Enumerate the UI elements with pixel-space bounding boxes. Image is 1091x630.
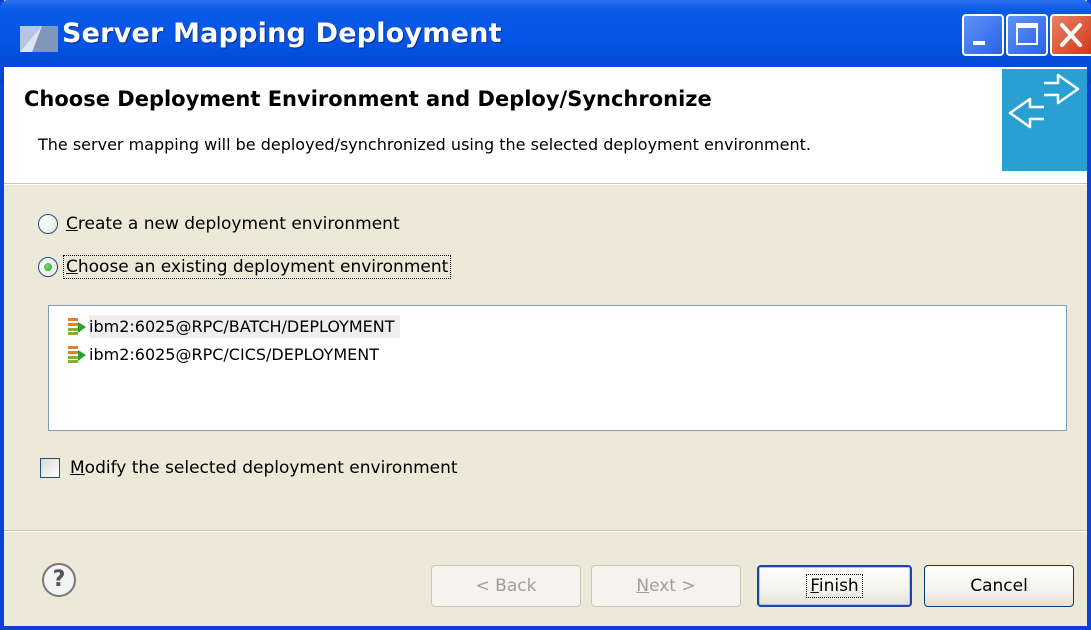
finish-button-label: Finish [806,574,863,598]
close-icon [1060,23,1082,47]
deploy-arrows-icon [1008,73,1080,129]
wizard-banner [1002,69,1087,171]
modify-label[interactable]: Modify the selected deployment environme… [68,457,460,479]
page-description: The server mapping will be deployed/sync… [38,135,811,154]
deployment-environment-icon [68,318,86,335]
footer-separator [4,530,1087,532]
choose-existing-radio[interactable] [38,257,58,277]
deployment-environment-icon [68,346,86,363]
back-button-label: < Back [475,576,537,596]
app-icon [20,26,58,52]
close-button[interactable] [1050,14,1091,56]
choose-existing-option[interactable]: Choose an existing deployment environmen… [38,252,452,282]
window-title: Server Mapping Deployment [62,18,502,49]
page-title: Choose Deployment Environment and Deploy… [24,87,712,111]
minimize-button[interactable] [962,14,1004,56]
finish-button[interactable]: Finish [757,565,912,607]
cancel-button[interactable]: Cancel [924,565,1074,607]
create-new-radio[interactable] [38,214,58,234]
cancel-button-label: Cancel [970,576,1028,596]
maximize-icon [1016,23,1038,45]
environment-label: ibm2:6025@RPC/CICS/DEPLOYMENT [89,344,379,364]
next-button[interactable]: Next > [591,565,741,607]
help-icon: ? [52,567,66,592]
modify-option[interactable]: Modify the selected deployment environme… [40,453,460,483]
dialog-window: Server Mapping Deployment Choose Deploym… [0,0,1091,630]
maximize-button[interactable] [1006,14,1048,56]
list-item[interactable]: ibm2:6025@RPC/BATCH/DEPLOYMENT [67,312,401,340]
environment-list[interactable]: ibm2:6025@RPC/BATCH/DEPLOYMENT ibm2:6025… [48,305,1067,431]
choose-existing-label[interactable]: Choose an existing deployment environmen… [62,255,452,279]
minimize-icon [973,41,985,45]
help-button[interactable]: ? [42,563,76,597]
header-separator [4,183,1087,185]
back-button[interactable]: < Back [431,565,581,607]
create-new-label[interactable]: Create a new deployment environment [64,213,402,235]
list-item[interactable]: ibm2:6025@RPC/CICS/DEPLOYMENT [67,340,385,368]
modify-checkbox[interactable] [40,458,60,478]
next-button-label: Next > [636,576,696,596]
create-new-option[interactable]: Create a new deployment environment [38,209,402,239]
environment-label: ibm2:6025@RPC/BATCH/DEPLOYMENT [89,314,401,338]
wizard-header: Choose Deployment Environment and Deploy… [4,67,1087,185]
